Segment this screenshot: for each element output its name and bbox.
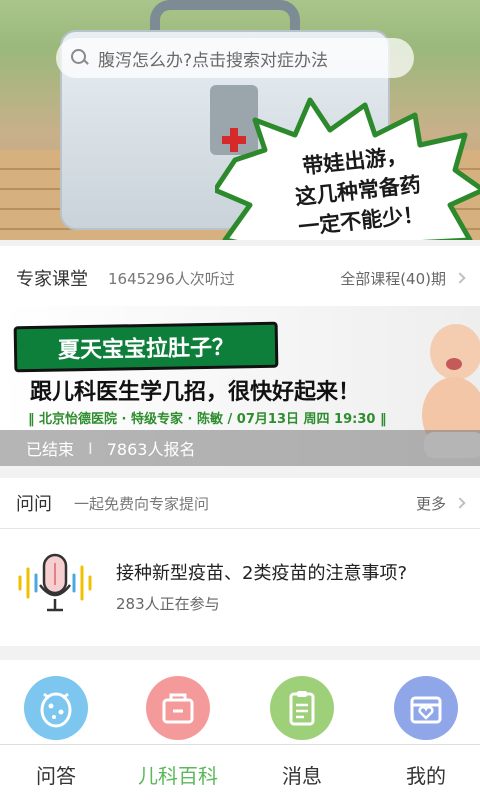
chevron-right-icon: [454, 272, 466, 284]
listen-count: 1645296人次听过: [108, 269, 235, 288]
chevron-right-icon: [454, 497, 466, 509]
ask-subtitle: 一起免费向专家提问: [74, 494, 210, 513]
ask-more-link[interactable]: 更多: [415, 493, 466, 514]
expert-class-header: 专家课堂 1645296人次听过 全部课程(40)期: [0, 246, 480, 310]
bottom-navigation: 问答 儿科百科 消息 我的: [0, 660, 480, 800]
course-status: 已结束: [26, 440, 75, 459]
expert-class-title: 专家课堂: [16, 269, 88, 290]
ask-more-label: 更多: [415, 494, 446, 513]
tab-profile-label: 我的: [406, 764, 446, 788]
course-info: ‖ 北京怡德医院 · 特级专家 · 陈敏 / 07月13日 周四 19:30 ‖: [28, 412, 387, 427]
medical-kit-icon: [146, 676, 210, 740]
course-banner[interactable]: 夏天宝宝拉肚子？ 跟儿科医生学几招，很快好起来！ ‖ 北京怡德医院 · 特级专家…: [0, 306, 480, 466]
course-tag: 夏天宝宝拉肚子？: [13, 321, 279, 373]
tab-qa[interactable]: 问答: [0, 660, 120, 800]
tab-messages[interactable]: 消息: [246, 660, 366, 800]
tab-qa-label: 问答: [36, 764, 76, 788]
all-courses-link[interactable]: 全部课程(40)期: [340, 268, 466, 289]
course-status-bar: 已结束 I 7863人报名: [0, 430, 480, 466]
germ-icon: [24, 676, 88, 740]
search-bar[interactable]: 腹泻怎么办?点击搜索对症办法: [56, 38, 414, 78]
ask-header: 问问 一起免费向专家提问 更多: [0, 478, 480, 528]
course-headline: 跟儿科医生学几招，很快好起来！: [30, 380, 361, 405]
nav-divider: [0, 744, 480, 745]
hero-banner[interactable]: 带娃出游， 这几种常备药 一定不能少！ 腹泻怎么办?点击搜索对症办法: [0, 0, 480, 240]
search-icon: [70, 48, 90, 68]
baby-bed-icon: [394, 676, 458, 740]
tab-messages-label: 消息: [282, 764, 322, 788]
microphone-icon: [18, 553, 92, 612]
tab-profile[interactable]: 我的: [370, 660, 480, 800]
participant-count: 283人正在参与: [116, 595, 220, 613]
signup-count: 7863人报名: [106, 440, 196, 459]
status-separator: I: [88, 438, 93, 458]
question-card[interactable]: 接种新型疫苗、2类疫苗的注意事项? 283人正在参与: [0, 528, 480, 646]
tab-encyclopedia[interactable]: 儿科百科: [122, 660, 242, 800]
search-placeholder: 腹泻怎么办?点击搜索对症办法: [98, 50, 329, 71]
ask-title: 问问: [16, 494, 52, 515]
question-text: 接种新型疫苗、2类疫苗的注意事项?: [116, 563, 408, 584]
all-courses-label: 全部课程(40)期: [340, 269, 446, 288]
tab-encyclopedia-label: 儿科百科: [138, 764, 218, 788]
clipboard-icon: [270, 676, 334, 740]
